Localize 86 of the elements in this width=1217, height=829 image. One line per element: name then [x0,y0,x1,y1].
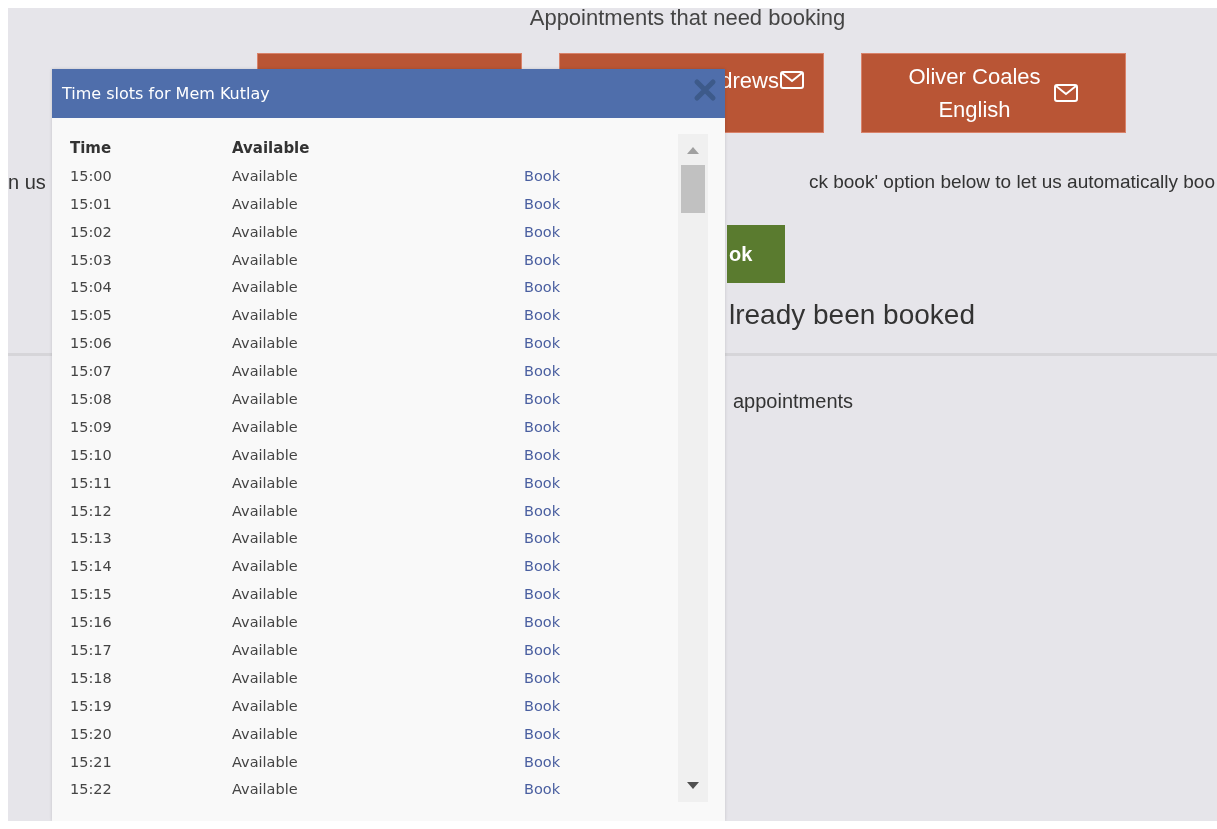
status-cell-text: Available [232,307,299,324]
status-cell-text: Available [232,530,299,547]
book-link[interactable]: Book [524,781,561,798]
time-cell-text: 15:16 [70,614,113,631]
book-link[interactable]: Book [524,390,561,407]
status-cell-text: Available [232,474,299,491]
status-cell-text: Available [232,614,299,631]
book-link[interactable]: Book [524,251,561,268]
column-header: Time [70,138,113,157]
time-cell-text: 15:20 [70,725,113,742]
status-cell-text: Available [232,363,299,380]
scrollbar-thumb[interactable] [681,165,705,213]
time-cell-text: 15:10 [70,446,113,463]
status-cell-text: Available [232,586,299,603]
time-cell-text: 15:15 [70,586,113,603]
status-cell-text: Available [232,195,299,212]
time-cell-text: 15:18 [70,669,113,686]
status-cell-text: Available [232,167,299,184]
scroll-up-icon[interactable] [687,146,699,154]
status-cell-text: Available [232,279,299,296]
book-link[interactable]: Book [524,586,561,603]
column-header: Available [232,138,311,157]
book-link[interactable]: Book [524,614,561,631]
status-cell-text: Available [232,725,299,742]
book-link[interactable]: Book [524,474,561,491]
book-link[interactable]: Book [524,279,561,296]
book-link[interactable]: Book [524,195,561,212]
book-link[interactable]: Book [524,530,561,547]
status-cell-text: Available [232,781,299,798]
status-cell-text: Available [232,641,299,658]
quick-book-button[interactable]: ok [727,225,785,283]
booked-notice: lready been booked [729,299,976,331]
scroll-down-icon[interactable] [687,782,699,790]
status-cell-text: Available [232,697,299,714]
book-link[interactable]: Book [524,502,561,519]
time-cell-text: 15:11 [70,474,113,491]
status-cell-text: Available [232,223,299,240]
status-cell-text: Available [232,335,299,352]
book-link[interactable]: Book [524,446,561,463]
teacher-button[interactable]: Oliver Coales English [861,53,1126,133]
envelope-icon [779,70,805,90]
status-cell-text: Available [232,753,299,770]
book-link[interactable]: Book [524,641,561,658]
time-cell-text: 15:14 [70,558,113,575]
status-cell-text: Available [232,669,299,686]
envelope-icon [1052,83,1079,103]
time-cell-text: 15:22 [70,781,113,798]
time-cell-text: 15:03 [70,251,113,268]
book-link[interactable]: Book [524,558,561,575]
dialog-title: Time slots for Mem Kutlay [62,84,270,103]
instruction-text: n us [8,171,46,194]
close-icon[interactable] [693,77,717,102]
status-cell-text: Available [232,558,299,575]
status-cell-text: Available [232,502,299,519]
book-link[interactable]: Book [524,753,561,770]
instruction-text: ck book' option below to let us automatically boo [808,171,1215,194]
book-link[interactable]: Book [524,725,561,742]
time-cell-text: 15:06 [70,335,113,352]
time-cell-text: 15:00 [70,167,113,184]
scrollbar[interactable] [678,134,708,802]
book-link[interactable]: Book [524,418,561,435]
time-cell-text: 15:04 [70,279,113,296]
time-cell-text: 15:01 [70,195,113,212]
time-cell-text: 15:21 [70,753,113,770]
time-cell-text: 15:12 [70,502,113,519]
status-cell-text: Available [232,390,299,407]
book-link[interactable]: Book [524,669,561,686]
book-link[interactable]: Book [524,223,561,240]
book-link[interactable]: Book [524,697,561,714]
book-link[interactable]: Book [524,335,561,352]
time-cell-text: 15:19 [70,697,113,714]
time-cell-text: 15:09 [70,418,113,435]
book-link[interactable]: Book [524,307,561,324]
time-cell-text: 15:13 [70,530,113,547]
status-cell-text: Available [232,446,299,463]
time-cell-text: 15:05 [70,307,113,324]
book-link[interactable]: Book [524,167,561,184]
status-cell-text: Available [232,251,299,268]
status-cell-text: Available [232,418,299,435]
time-cell-text: 15:08 [70,390,113,407]
time-cell-text: 15:07 [70,363,113,380]
time-cell-text: 15:17 [70,641,113,658]
section-heading: Appointments that need booking [528,8,847,32]
book-link[interactable]: Book [524,363,561,380]
time-cell-text: 15:02 [70,223,113,240]
appointments-text: appointments [733,390,855,413]
